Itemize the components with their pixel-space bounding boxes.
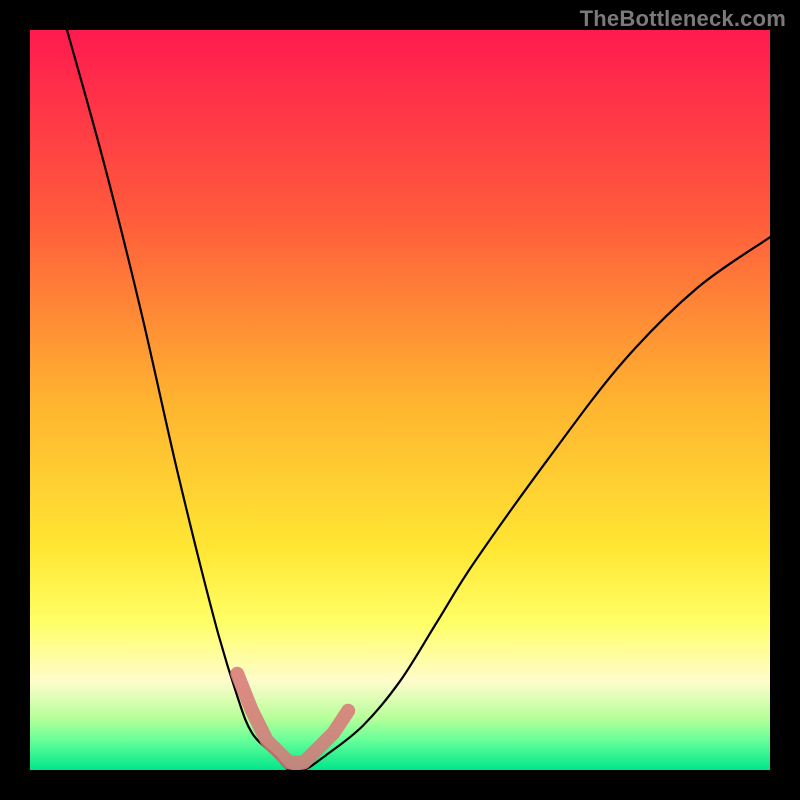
marker-layer (237, 674, 348, 763)
plot-area (30, 30, 770, 770)
highlight-band (237, 674, 348, 763)
chart-svg (30, 30, 770, 770)
bottleneck-curve (67, 30, 770, 770)
watermark-text: TheBottleneck.com (580, 6, 786, 32)
chart-frame: TheBottleneck.com (0, 0, 800, 800)
curve-layer (67, 30, 770, 770)
